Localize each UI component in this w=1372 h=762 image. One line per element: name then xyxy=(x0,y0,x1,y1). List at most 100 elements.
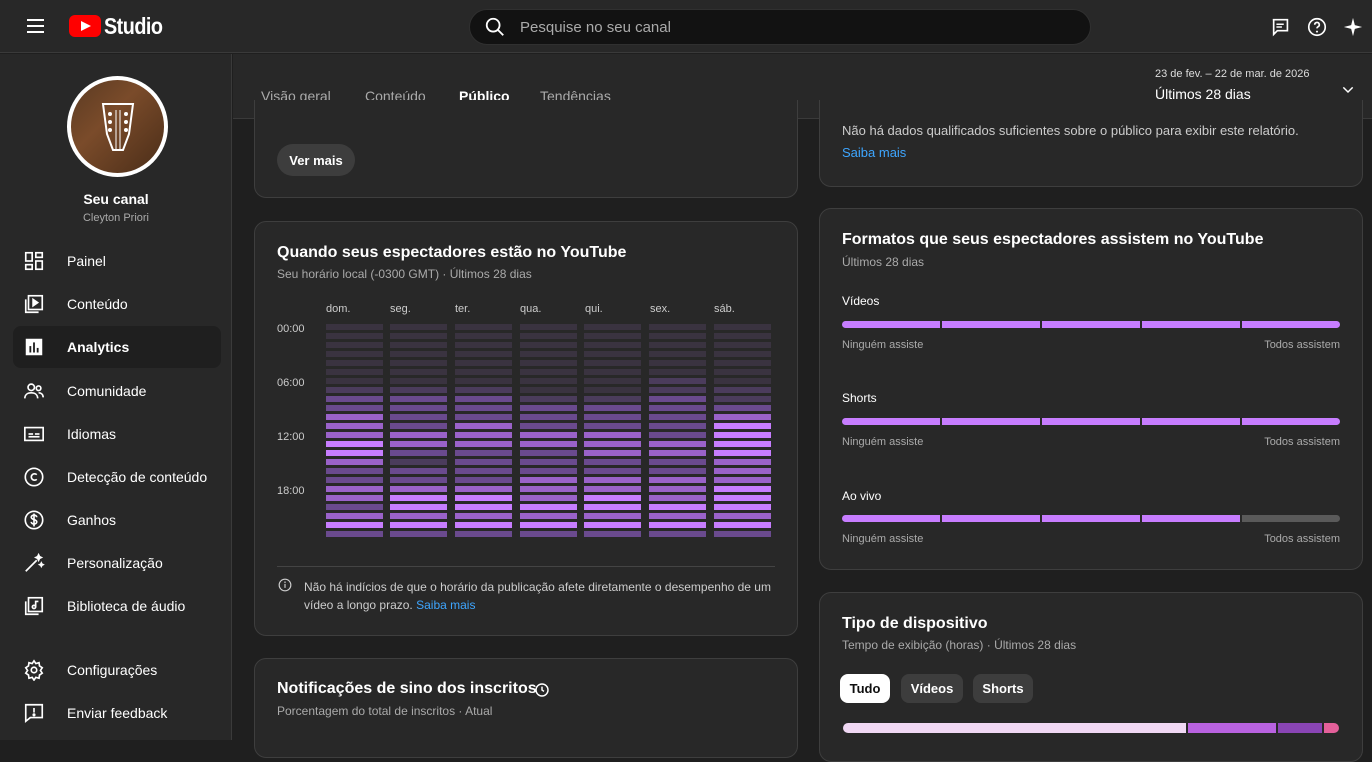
heatmap-cell[interactable] xyxy=(649,414,706,420)
heatmap-cell[interactable] xyxy=(649,504,706,510)
saiba-mais-link[interactable]: Saiba mais xyxy=(842,145,906,160)
heatmap-cell[interactable] xyxy=(649,423,706,429)
heatmap-cell[interactable] xyxy=(326,441,383,447)
heatmap-cell[interactable] xyxy=(326,333,383,339)
sparkle-icon[interactable] xyxy=(1340,14,1366,40)
heatmap-cell[interactable] xyxy=(649,342,706,348)
heatmap-cell[interactable] xyxy=(390,450,447,456)
heatmap-cell[interactable] xyxy=(455,468,512,474)
heatmap-cell[interactable] xyxy=(649,432,706,438)
heatmap-cell[interactable] xyxy=(326,450,383,456)
heatmap-cell[interactable] xyxy=(714,522,771,528)
heatmap-cell[interactable] xyxy=(390,369,447,375)
heatmap-cell[interactable] xyxy=(584,387,641,393)
sidebar-item-conteudo[interactable]: Conteúdo xyxy=(13,283,221,325)
heatmap-cell[interactable] xyxy=(455,486,512,492)
clock-icon[interactable] xyxy=(534,682,550,698)
heatmap-cell[interactable] xyxy=(326,432,383,438)
sidebar-item-biblioteca-audio[interactable]: Biblioteca de áudio xyxy=(13,585,221,627)
heatmap-cell[interactable] xyxy=(714,324,771,330)
sidebar-item-analytics[interactable]: Analytics xyxy=(13,326,221,368)
heatmap-cell[interactable] xyxy=(584,342,641,348)
device-share-segment[interactable] xyxy=(1324,723,1339,733)
heatmap-cell[interactable] xyxy=(714,405,771,411)
heatmap-cell[interactable] xyxy=(584,432,641,438)
heatmap-cell[interactable] xyxy=(584,324,641,330)
heatmap-cell[interactable] xyxy=(326,324,383,330)
heatmap-cell[interactable] xyxy=(584,369,641,375)
heatmap-cell[interactable] xyxy=(649,360,706,366)
chip-videos[interactable]: Vídeos xyxy=(901,674,963,703)
heatmap-cell[interactable] xyxy=(390,324,447,330)
heatmap-cell[interactable] xyxy=(649,450,706,456)
heatmap-cell[interactable] xyxy=(714,414,771,420)
heatmap-cell[interactable] xyxy=(714,450,771,456)
heatmap-cell[interactable] xyxy=(326,369,383,375)
heatmap-cell[interactable] xyxy=(649,441,706,447)
footnote-saiba-mais-link[interactable]: Saiba mais xyxy=(416,598,475,612)
heatmap-cell[interactable] xyxy=(649,486,706,492)
sidebar-item-idiomas[interactable]: Idiomas xyxy=(13,413,221,455)
sidebar-item-enviar-feedback[interactable]: Enviar feedback xyxy=(13,692,221,734)
heatmap-cell[interactable] xyxy=(390,486,447,492)
heatmap-cell[interactable] xyxy=(455,414,512,420)
feedback-chat-icon[interactable] xyxy=(1268,14,1294,40)
heatmap-cell[interactable] xyxy=(520,441,577,447)
heatmap-cell[interactable] xyxy=(584,504,641,510)
heatmap-cell[interactable] xyxy=(714,495,771,501)
heatmap-cell[interactable] xyxy=(455,360,512,366)
heatmap-cell[interactable] xyxy=(520,360,577,366)
heatmap-cell[interactable] xyxy=(584,459,641,465)
heatmap-cell[interactable] xyxy=(326,351,383,357)
heatmap-cell[interactable] xyxy=(455,513,512,519)
heatmap-cell[interactable] xyxy=(390,378,447,384)
heatmap-cell[interactable] xyxy=(520,342,577,348)
heatmap-cell[interactable] xyxy=(714,369,771,375)
heatmap-cell[interactable] xyxy=(455,441,512,447)
heatmap-cell[interactable] xyxy=(455,396,512,402)
hamburger-menu-icon[interactable] xyxy=(22,15,50,37)
heatmap-cell[interactable] xyxy=(326,513,383,519)
heatmap-cell[interactable] xyxy=(326,342,383,348)
heatmap-cell[interactable] xyxy=(390,423,447,429)
heatmap-cell[interactable] xyxy=(455,378,512,384)
heatmap-cell[interactable] xyxy=(455,504,512,510)
heatmap-cell[interactable] xyxy=(714,477,771,483)
heatmap-cell[interactable] xyxy=(649,459,706,465)
heatmap-cell[interactable] xyxy=(584,333,641,339)
ver-mais-button[interactable]: Ver mais xyxy=(277,144,355,176)
heatmap-cell[interactable] xyxy=(649,468,706,474)
heatmap-cell[interactable] xyxy=(520,531,577,537)
heatmap-cell[interactable] xyxy=(649,333,706,339)
youtube-studio-logo[interactable]: Studio xyxy=(69,13,172,39)
heatmap-cell[interactable] xyxy=(455,423,512,429)
device-share-segment[interactable] xyxy=(1278,723,1323,733)
heatmap-cell[interactable] xyxy=(520,396,577,402)
heatmap-cell[interactable] xyxy=(520,423,577,429)
heatmap-cell[interactable] xyxy=(584,486,641,492)
heatmap-cell[interactable] xyxy=(326,378,383,384)
heatmap-cell[interactable] xyxy=(390,477,447,483)
heatmap-cell[interactable] xyxy=(714,396,771,402)
heatmap-cell[interactable] xyxy=(584,450,641,456)
heatmap-cell[interactable] xyxy=(520,405,577,411)
heatmap-cell[interactable] xyxy=(520,504,577,510)
heatmap-cell[interactable] xyxy=(455,531,512,537)
heatmap-cell[interactable] xyxy=(326,423,383,429)
heatmap-cell[interactable] xyxy=(584,378,641,384)
heatmap-cell[interactable] xyxy=(390,522,447,528)
heatmap-cell[interactable] xyxy=(326,495,383,501)
heatmap-cell[interactable] xyxy=(455,477,512,483)
heatmap-cell[interactable] xyxy=(455,405,512,411)
heatmap-cell[interactable] xyxy=(520,378,577,384)
heatmap-cell[interactable] xyxy=(584,423,641,429)
heatmap-cell[interactable] xyxy=(326,504,383,510)
heatmap-cell[interactable] xyxy=(326,468,383,474)
heatmap-cell[interactable] xyxy=(326,522,383,528)
heatmap-cell[interactable] xyxy=(584,522,641,528)
heatmap-cell[interactable] xyxy=(714,351,771,357)
heatmap-cell[interactable] xyxy=(326,459,383,465)
heatmap-cell[interactable] xyxy=(714,504,771,510)
heatmap-cell[interactable] xyxy=(326,477,383,483)
heatmap-cell[interactable] xyxy=(584,360,641,366)
